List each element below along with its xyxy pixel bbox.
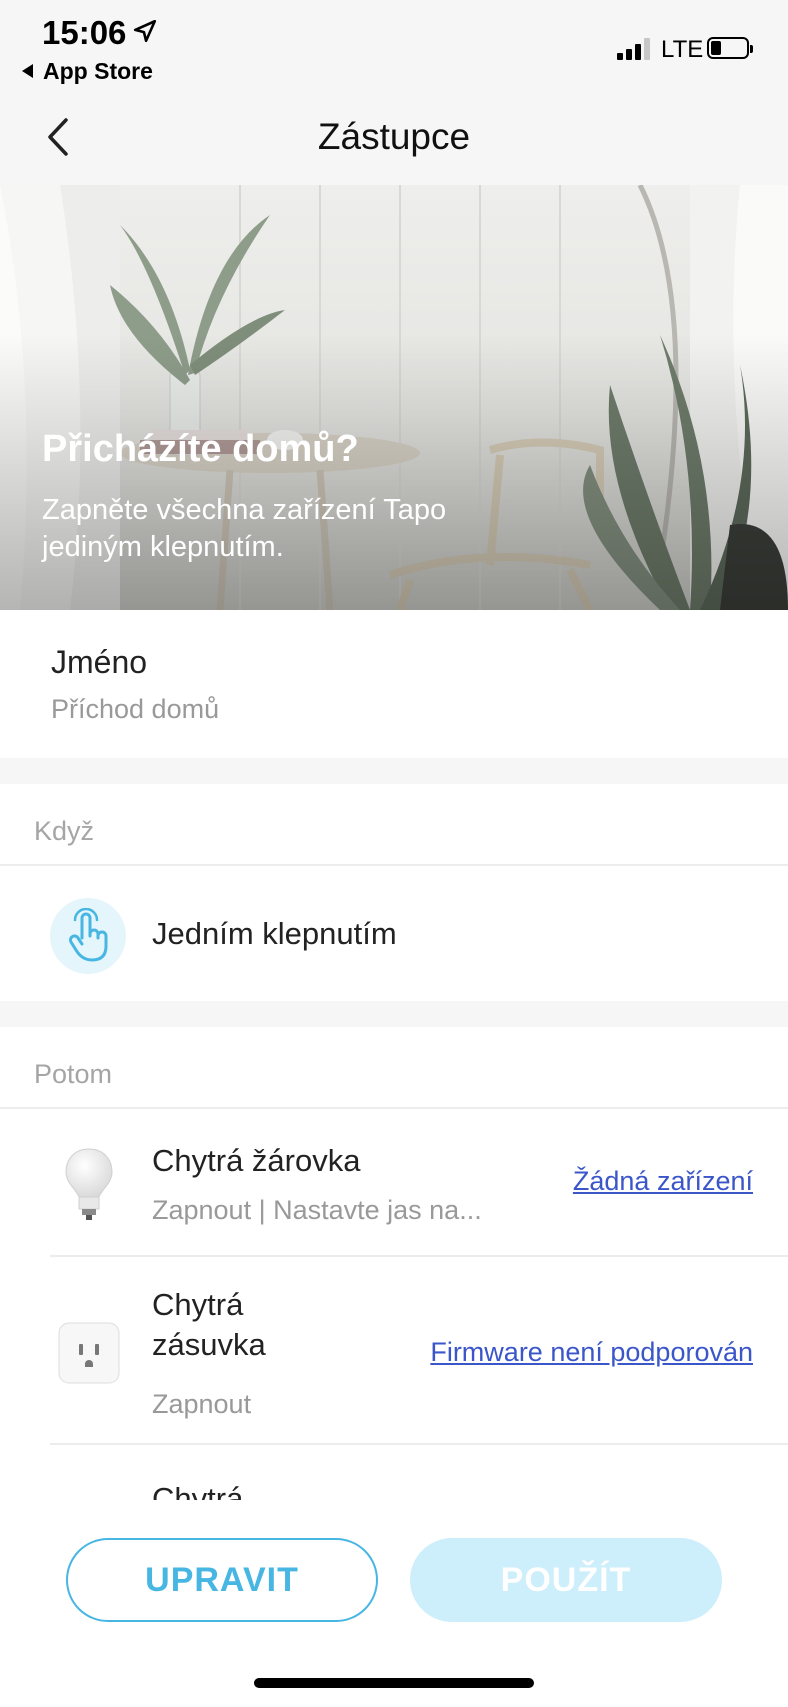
no-devices-link[interactable]: Žádná zařízení — [573, 1166, 753, 1197]
shortcut-name-field[interactable]: Jméno Příchod domů — [0, 610, 788, 758]
trigger-label: Jedním klepnutím — [152, 916, 397, 951]
when-section-header: Když — [0, 784, 788, 866]
edit-button[interactable]: UPRAVIT — [66, 1538, 378, 1622]
name-label: Jméno — [51, 644, 148, 680]
firmware-not-supported-link[interactable]: Firmware není podporován — [430, 1337, 753, 1368]
back-app-label: App Store — [43, 58, 153, 84]
section-gap — [0, 1001, 788, 1027]
then-header-label: Potom — [34, 1059, 113, 1089]
section-gap — [0, 758, 788, 784]
bottom-action-bar: UPRAVIT POUŽÍT — [0, 1500, 788, 1707]
apply-button[interactable]: POUŽÍT — [410, 1538, 722, 1622]
network-type: LTE — [661, 36, 704, 63]
device-name: Chytrá zásuvka — [152, 1287, 266, 1362]
location-arrow-icon — [133, 19, 157, 43]
device-row-smart-bulb[interactable]: Chytrá žárovka Zapnout | Nastavte jas na… — [0, 1109, 788, 1257]
hero-title: Přicházíte domů? — [42, 428, 359, 470]
back-to-app-store[interactable]: App Store — [22, 58, 153, 85]
battery-icon — [707, 37, 753, 59]
home-indicator[interactable] — [254, 1678, 534, 1688]
device-action: Zapnout — [152, 1389, 252, 1419]
device-name: Chytrá žárovka — [152, 1143, 361, 1178]
signal-icon — [617, 38, 653, 60]
name-value: Příchod domů — [51, 694, 220, 724]
device-row-partial[interactable]: Chytrá — [0, 1445, 788, 1505]
back-triangle-icon — [22, 64, 33, 78]
when-header-label: Když — [34, 816, 95, 846]
smart-plug-icon — [58, 1322, 120, 1384]
trigger-row[interactable]: Jedním klepnutím — [0, 868, 788, 1001]
then-section-header: Potom — [0, 1027, 788, 1109]
hero-banner: Přicházíte domů? Zapněte všechna zařízen… — [0, 185, 788, 610]
device-action: Zapnout | Nastavte jas na... — [152, 1195, 482, 1225]
status-time: 15:06 — [42, 14, 127, 51]
smart-bulb-icon — [65, 1148, 113, 1220]
trigger-icon-bg — [50, 898, 126, 974]
nav-bar: Zástupce — [0, 92, 788, 185]
page-title: Zástupce — [317, 116, 471, 157]
hero-subtitle: Zapněte všechna zařízení Tapo jediným kl… — [42, 494, 447, 563]
device-row-smart-plug[interactable]: Chytrá zásuvka Zapnout Firmware není pod… — [0, 1257, 788, 1445]
tap-hand-icon — [69, 908, 108, 962]
status-bar: 15:06 App Store LTE — [0, 0, 788, 92]
